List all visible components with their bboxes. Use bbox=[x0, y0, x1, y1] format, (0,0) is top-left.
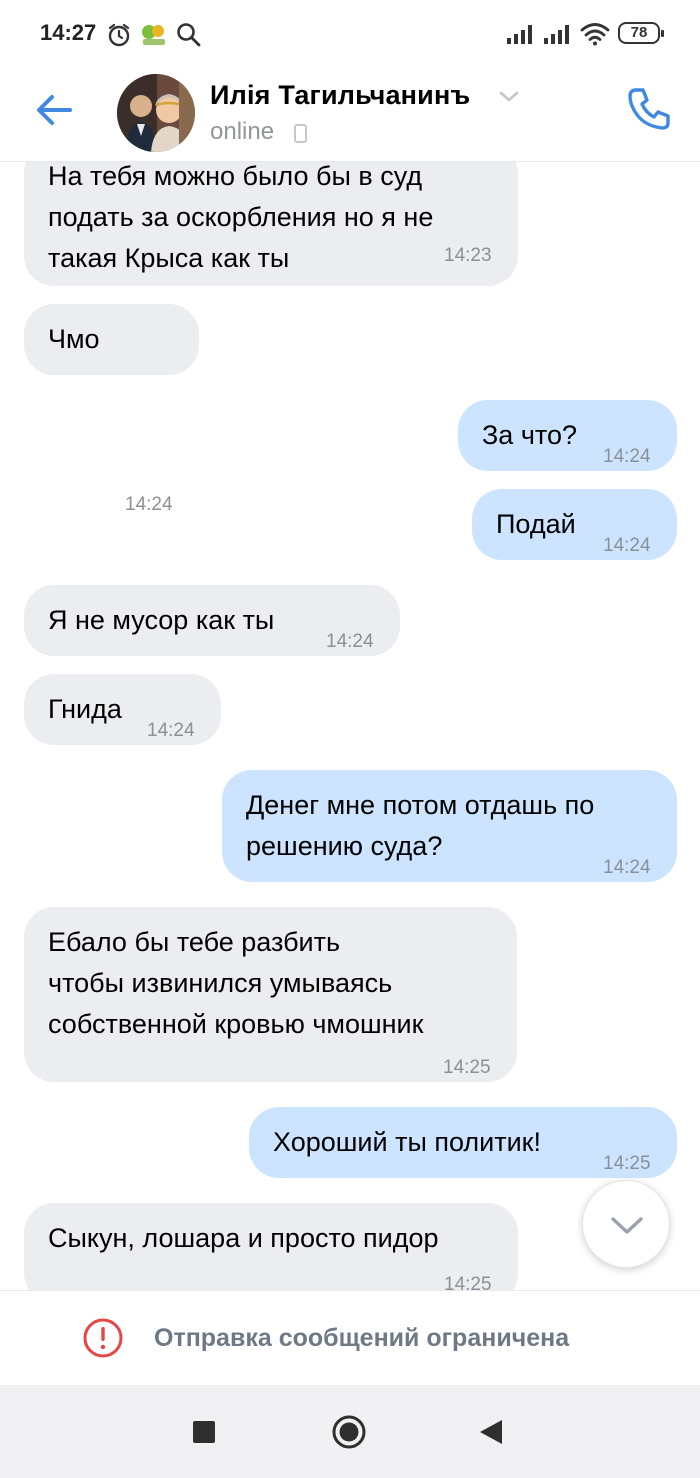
system-nav-bar bbox=[0, 1385, 700, 1478]
message-time: 14:24 bbox=[603, 446, 651, 467]
message-time: 14:23 bbox=[444, 245, 492, 266]
message-text: Денег мне потом отдашь по решению суда? bbox=[246, 790, 595, 861]
status-time: 14:27 bbox=[40, 20, 97, 45]
message-outgoing[interactable]: За что? 14:24 bbox=[458, 400, 677, 471]
presence-status: online bbox=[210, 118, 275, 145]
message-text: Ебало бы тебе разбить чтобы извинился ум… bbox=[48, 927, 424, 1039]
messaging-restricted-bar: Отправка сообщений ограничена bbox=[0, 1290, 700, 1385]
message-outgoing[interactable]: Подай 14:24 bbox=[472, 489, 677, 560]
battery-icon: 78 bbox=[618, 22, 664, 44]
wifi-icon bbox=[580, 23, 610, 46]
home-icon[interactable] bbox=[332, 1415, 366, 1449]
message-incoming[interactable]: Чмо 14:24 bbox=[24, 304, 199, 515]
status-bar: 14:27 78 bbox=[0, 0, 700, 66]
message-incoming[interactable]: На тебя можно было бы в суд подать за ос… bbox=[24, 162, 518, 286]
search-icon bbox=[177, 23, 201, 47]
message-incoming[interactable]: Я не мусор как ты 14:24 bbox=[24, 585, 400, 656]
message-text: Гнида bbox=[48, 694, 122, 724]
message-text: Сыкун, лошара и просто пидор bbox=[48, 1223, 439, 1253]
back-icon[interactable] bbox=[478, 1418, 504, 1446]
warning-icon bbox=[83, 1318, 123, 1358]
signal-icon bbox=[507, 25, 532, 44]
message-time: 14:25 bbox=[444, 1274, 492, 1290]
app-notification-icon bbox=[142, 25, 165, 45]
chevron-down-icon[interactable] bbox=[498, 90, 520, 104]
message-time: 14:24 bbox=[603, 857, 651, 878]
message-outgoing[interactable]: Хороший ты политик! 14:25 bbox=[249, 1107, 677, 1178]
message-incoming[interactable]: Сыкун, лошара и просто пидор 14:25 bbox=[24, 1203, 518, 1290]
back-arrow-icon[interactable] bbox=[30, 86, 82, 134]
message-incoming[interactable]: Гнида 14:24 bbox=[24, 674, 221, 745]
signal-icon bbox=[544, 25, 569, 44]
message-time: 14:24 bbox=[326, 631, 374, 652]
message-text: За что? bbox=[482, 420, 577, 450]
message-text: Хороший ты политик! bbox=[273, 1127, 541, 1157]
phone-icon[interactable] bbox=[624, 84, 674, 134]
message-time: 14:24 bbox=[147, 720, 195, 741]
message-time: 14:25 bbox=[603, 1153, 651, 1174]
alarm-icon bbox=[108, 23, 130, 47]
message-feed[interactable]: На тебя можно было бы в суд подать за ос… bbox=[0, 162, 700, 1290]
chevron-down-icon bbox=[611, 1217, 643, 1234]
message-incoming[interactable]: Ебало бы тебе разбить чтобы извинился ум… bbox=[24, 907, 517, 1082]
message-time: 14:24 bbox=[603, 535, 651, 556]
message-text: Я не мусор как ты bbox=[48, 605, 275, 635]
restriction-text: Отправка сообщений ограничена bbox=[154, 1324, 570, 1352]
message-text: На тебя можно было бы в суд подать за ос… bbox=[48, 162, 434, 273]
message-time: 14:24 bbox=[125, 494, 173, 515]
message-text: Подай bbox=[496, 509, 576, 539]
message-outgoing[interactable]: Денег мне потом отдашь по решению суда? … bbox=[222, 770, 677, 882]
scroll-to-bottom-button[interactable] bbox=[582, 1180, 670, 1268]
message-text: Чмо bbox=[48, 324, 100, 354]
contact-name[interactable]: Илія Тагильчанинъ bbox=[210, 80, 470, 111]
avatar[interactable] bbox=[117, 74, 195, 152]
recent-apps-icon[interactable] bbox=[193, 1421, 215, 1443]
chat-header: Илія Тагильчанинъ online bbox=[0, 66, 700, 162]
message-time: 14:25 bbox=[443, 1057, 491, 1078]
mobile-device-icon bbox=[294, 124, 307, 143]
